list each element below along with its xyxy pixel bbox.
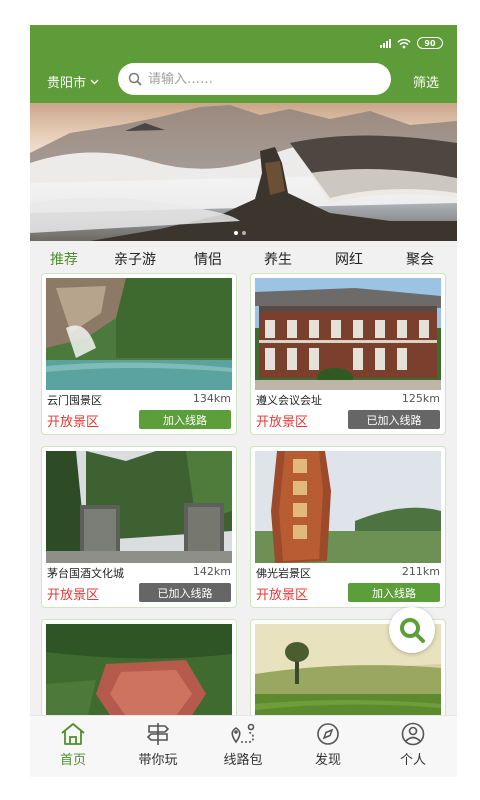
scenic-photo xyxy=(255,451,441,563)
tab-wellness[interactable]: 养生 xyxy=(264,249,292,269)
map-search-button[interactable] xyxy=(389,607,435,653)
scenic-card[interactable]: 云门囤景区 134km 开放景区 加入线路 xyxy=(41,273,237,435)
carousel-dot[interactable] xyxy=(242,231,246,235)
status-bar: 90 xyxy=(380,37,443,49)
scenic-distance: 125km xyxy=(401,392,440,405)
nav-label: 线路包 xyxy=(223,753,263,768)
scenic-status: 开放景区 xyxy=(256,415,309,430)
battery-icon: 90 xyxy=(417,37,443,49)
tab-trending[interactable]: 网红 xyxy=(335,249,363,269)
carousel-dots xyxy=(234,231,246,235)
added-to-route-button[interactable]: 已加入线路 xyxy=(348,410,440,429)
bottom-nav: 首页 带你玩 线路包 发现 个人 xyxy=(30,715,457,777)
search-box[interactable] xyxy=(118,63,391,95)
nav-label: 首页 xyxy=(59,753,86,768)
add-to-route-button[interactable]: 加入线路 xyxy=(139,410,231,429)
tab-couples[interactable]: 情侣 xyxy=(194,249,222,269)
tab-family[interactable]: 亲子游 xyxy=(114,249,156,269)
nav-profile[interactable]: 个人 xyxy=(378,722,448,768)
search-input[interactable] xyxy=(148,71,368,87)
scenic-name: 遵义会议会址 xyxy=(256,394,322,407)
tab-recommend[interactable]: 推荐 xyxy=(50,249,78,269)
banner-image xyxy=(30,105,457,241)
search-icon xyxy=(128,72,142,86)
nav-discover[interactable]: 发现 xyxy=(293,722,363,768)
scenic-card[interactable]: 茅台国酒文化城 142km 开放景区 已加入线路 xyxy=(41,446,237,608)
scenic-photo xyxy=(255,278,441,390)
scenic-distance: 134km xyxy=(192,392,231,405)
magnifier-icon xyxy=(400,618,425,643)
city-label: 贵阳市 xyxy=(47,76,87,91)
nav-label: 带你玩 xyxy=(138,753,178,768)
scenic-photo xyxy=(46,624,232,728)
carousel-dot[interactable] xyxy=(234,231,238,235)
banner-carousel[interactable] xyxy=(30,103,457,241)
added-to-route-button[interactable]: 已加入线路 xyxy=(139,583,231,602)
compass-icon xyxy=(317,723,339,745)
home-icon xyxy=(61,723,85,745)
chevron-down-icon xyxy=(90,79,99,84)
tab-party[interactable]: 聚会 xyxy=(406,249,434,269)
app-screen: 90 贵阳市 筛选 xyxy=(30,25,457,777)
scenic-distance: 142km xyxy=(192,565,231,578)
scenic-card[interactable]: 佛光岩景区 211km 开放景区 加入线路 xyxy=(250,446,446,608)
nav-home[interactable]: 首页 xyxy=(38,722,108,768)
header-bar: 90 贵阳市 筛选 xyxy=(30,25,457,103)
scenic-name: 云门囤景区 xyxy=(47,394,102,407)
scenic-card[interactable] xyxy=(41,619,237,729)
scenic-name: 佛光岩景区 xyxy=(256,567,311,580)
person-icon xyxy=(401,722,425,746)
scenic-photo xyxy=(46,278,232,390)
scenic-status: 开放景区 xyxy=(256,588,309,603)
scenic-photo xyxy=(46,451,232,563)
scenic-status: 开放景区 xyxy=(47,588,100,603)
filter-button[interactable]: 筛选 xyxy=(413,72,439,91)
nav-label: 发现 xyxy=(314,753,341,768)
city-selector[interactable]: 贵阳市 xyxy=(47,72,99,91)
category-tabs: 推荐 亲子游 情侣 养生 网红 聚会 xyxy=(30,241,457,275)
scenic-name: 茅台国酒文化城 xyxy=(47,567,124,580)
scenic-status: 开放景区 xyxy=(47,415,100,430)
signal-icon xyxy=(380,38,391,48)
nav-route-pack[interactable]: 线路包 xyxy=(208,722,278,768)
scenic-distance: 211km xyxy=(401,565,440,578)
nav-label: 个人 xyxy=(399,753,426,768)
scenic-card[interactable]: 遵义会议会址 125km 开放景区 已加入线路 xyxy=(250,273,446,435)
signpost-icon xyxy=(146,723,170,745)
nav-guide[interactable]: 带你玩 xyxy=(123,722,193,768)
wifi-icon xyxy=(397,38,411,48)
add-to-route-button[interactable]: 加入线路 xyxy=(348,583,440,602)
route-icon xyxy=(231,723,255,744)
